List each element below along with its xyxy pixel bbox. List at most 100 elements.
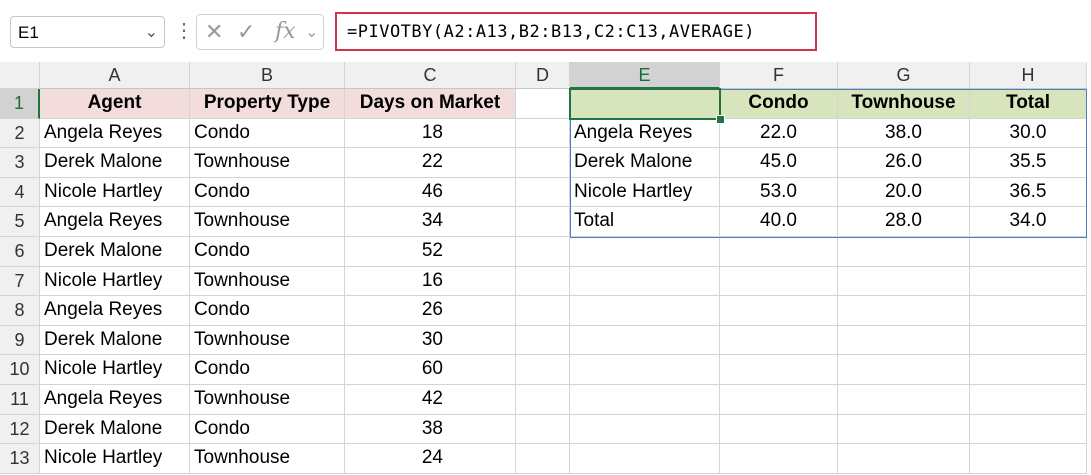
pivot-table-cell[interactable]: 36.5 bbox=[970, 177, 1087, 208]
source-table-cell[interactable]: Townhouse bbox=[190, 207, 345, 237]
grid-cell[interactable] bbox=[970, 237, 1087, 267]
source-table-cell[interactable]: 16 bbox=[345, 266, 516, 297]
source-table-cell[interactable]: Angela Reyes bbox=[40, 118, 190, 149]
source-table-cell[interactable]: Derek Malone bbox=[40, 148, 190, 178]
grid-cell[interactable] bbox=[516, 89, 570, 119]
grid-cell[interactable] bbox=[720, 444, 838, 474]
row-header-11[interactable]: 11 bbox=[0, 385, 40, 415]
source-table-cell[interactable]: Townhouse bbox=[190, 444, 345, 474]
source-table-cell[interactable]: Angela Reyes bbox=[40, 296, 190, 326]
source-table-cell[interactable]: Townhouse bbox=[190, 266, 345, 297]
source-table-cell[interactable]: 60 bbox=[345, 355, 516, 385]
chevron-down-icon[interactable]: ⌄ bbox=[145, 22, 158, 42]
grid-cell[interactable] bbox=[516, 414, 570, 445]
grid-cell[interactable] bbox=[516, 207, 570, 237]
source-table-cell[interactable]: 46 bbox=[345, 177, 516, 208]
grid-cell[interactable] bbox=[720, 325, 838, 356]
pivot-header-cell[interactable]: Total bbox=[970, 89, 1087, 119]
grid-cell[interactable] bbox=[838, 237, 970, 267]
grid-cell[interactable] bbox=[838, 325, 970, 356]
source-table-cell[interactable]: 26 bbox=[345, 296, 516, 326]
grid-cell[interactable] bbox=[838, 385, 970, 415]
row-header-1[interactable]: 1 bbox=[0, 89, 40, 119]
grid-cell[interactable] bbox=[570, 296, 720, 326]
row-header-7[interactable]: 7 bbox=[0, 266, 40, 297]
grid-cell[interactable] bbox=[838, 266, 970, 297]
formula-input[interactable]: =PIVOTBY(A2:A13,B2:B13,C2:C13,AVERAGE) bbox=[335, 12, 817, 51]
grid-cell[interactable] bbox=[720, 296, 838, 326]
grid-cell[interactable] bbox=[720, 237, 838, 267]
name-box[interactable]: E1 ⌄ bbox=[10, 16, 165, 48]
grid-cell[interactable] bbox=[720, 385, 838, 415]
grid-cell[interactable] bbox=[970, 444, 1087, 474]
source-table-cell[interactable]: 30 bbox=[345, 325, 516, 356]
cancel-icon[interactable]: ✕ bbox=[205, 19, 223, 45]
insert-function-icon[interactable]: fx bbox=[275, 19, 296, 44]
source-table-cell[interactable]: Derek Malone bbox=[40, 414, 190, 445]
source-header-cell[interactable]: Days on Market bbox=[345, 89, 516, 119]
fill-handle[interactable] bbox=[716, 114, 725, 124]
row-header-13[interactable]: 13 bbox=[0, 444, 40, 474]
source-table-cell[interactable]: Condo bbox=[190, 296, 345, 326]
row-header-12[interactable]: 12 bbox=[0, 414, 40, 445]
pivot-header-cell[interactable]: Condo bbox=[720, 89, 838, 119]
grid-cell[interactable] bbox=[838, 296, 970, 326]
pivot-table-cell[interactable]: 28.0 bbox=[838, 207, 970, 237]
row-header-3[interactable]: 3 bbox=[0, 148, 40, 178]
source-table-cell[interactable]: Condo bbox=[190, 237, 345, 267]
source-table-cell[interactable]: 18 bbox=[345, 118, 516, 149]
column-header-g[interactable]: G bbox=[838, 62, 970, 89]
pivot-table-cell[interactable]: Total bbox=[570, 207, 720, 237]
pivot-table-cell[interactable]: 26.0 bbox=[838, 148, 970, 178]
grid-cell[interactable] bbox=[516, 444, 570, 474]
row-header-2[interactable]: 2 bbox=[0, 118, 40, 149]
pivot-table-cell[interactable]: 30.0 bbox=[970, 118, 1087, 149]
grid-cell[interactable] bbox=[838, 444, 970, 474]
pivot-table-cell[interactable]: 38.0 bbox=[838, 118, 970, 149]
column-header-b[interactable]: B bbox=[190, 62, 345, 89]
column-header-e[interactable]: E bbox=[570, 62, 720, 89]
grid-cell[interactable] bbox=[970, 296, 1087, 326]
enter-icon[interactable]: ✓ bbox=[237, 19, 255, 45]
grid-cell[interactable] bbox=[570, 385, 720, 415]
source-table-cell[interactable]: 24 bbox=[345, 444, 516, 474]
grid-cell[interactable] bbox=[570, 266, 720, 297]
source-table-cell[interactable]: Derek Malone bbox=[40, 325, 190, 356]
grid-cell[interactable] bbox=[570, 325, 720, 356]
pivot-table-cell[interactable]: 20.0 bbox=[838, 177, 970, 208]
grid-cell[interactable] bbox=[516, 385, 570, 415]
row-header-6[interactable]: 6 bbox=[0, 237, 40, 267]
row-header-5[interactable]: 5 bbox=[0, 207, 40, 237]
grid-cell[interactable] bbox=[516, 355, 570, 385]
grid-cell[interactable] bbox=[570, 414, 720, 445]
pivot-table-cell[interactable]: 35.5 bbox=[970, 148, 1087, 178]
row-header-4[interactable]: 4 bbox=[0, 177, 40, 208]
pivot-header-cell[interactable] bbox=[570, 89, 720, 119]
row-header-10[interactable]: 10 bbox=[0, 355, 40, 385]
source-table-cell[interactable]: Derek Malone bbox=[40, 237, 190, 267]
source-table-cell[interactable]: 38 bbox=[345, 414, 516, 445]
grid-cell[interactable] bbox=[970, 325, 1087, 356]
pivot-table-cell[interactable]: 40.0 bbox=[720, 207, 838, 237]
row-header-8[interactable]: 8 bbox=[0, 296, 40, 326]
source-table-cell[interactable]: Townhouse bbox=[190, 148, 345, 178]
grid-cell[interactable] bbox=[516, 325, 570, 356]
column-header-a[interactable]: A bbox=[40, 62, 190, 89]
source-table-cell[interactable]: 52 bbox=[345, 237, 516, 267]
row-header-9[interactable]: 9 bbox=[0, 325, 40, 356]
grid-cell[interactable] bbox=[570, 355, 720, 385]
source-table-cell[interactable]: Condo bbox=[190, 355, 345, 385]
grid-cell[interactable] bbox=[720, 355, 838, 385]
grid-cell[interactable] bbox=[516, 148, 570, 178]
pivot-table-cell[interactable]: 22.0 bbox=[720, 118, 838, 149]
grid-cell[interactable] bbox=[970, 355, 1087, 385]
grid-cell[interactable] bbox=[516, 296, 570, 326]
source-table-cell[interactable]: Townhouse bbox=[190, 325, 345, 356]
source-table-cell[interactable]: Townhouse bbox=[190, 385, 345, 415]
pivot-table-cell[interactable]: 34.0 bbox=[970, 207, 1087, 237]
column-header-d[interactable]: D bbox=[516, 62, 570, 89]
source-table-cell[interactable]: Condo bbox=[190, 177, 345, 208]
source-table-cell[interactable]: 34 bbox=[345, 207, 516, 237]
grid-cell[interactable] bbox=[516, 237, 570, 267]
grid-cell[interactable] bbox=[970, 385, 1087, 415]
